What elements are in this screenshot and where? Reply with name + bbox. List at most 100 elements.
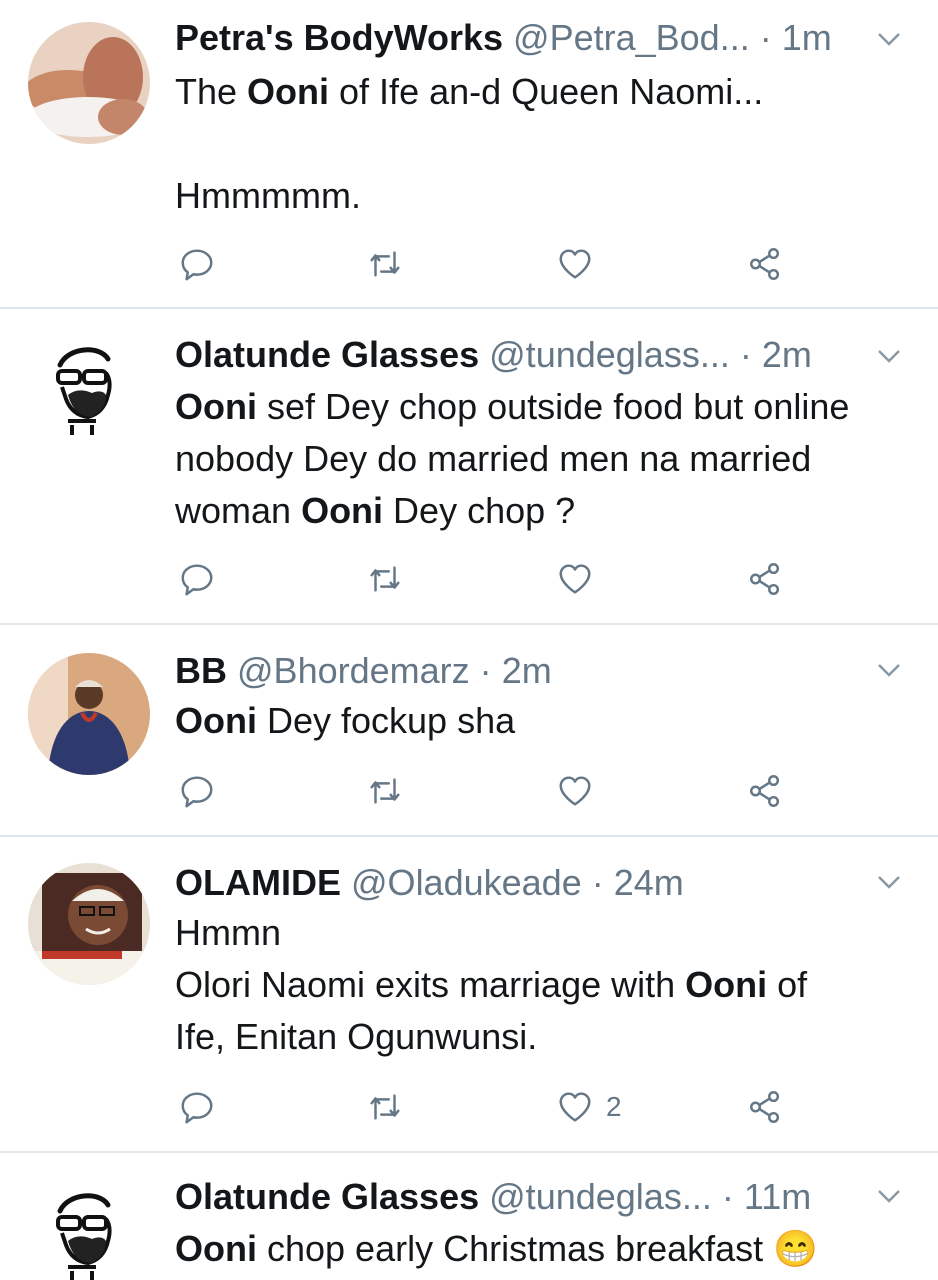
highlighted-keyword: Ooni (175, 386, 257, 427)
highlighted-keyword: Ooni (247, 71, 330, 112)
separator-dot: · (739, 334, 752, 375)
user-handle[interactable]: @Oladukeade (351, 862, 582, 903)
separator-dot: · (591, 862, 604, 903)
text-segment: Hmmn (175, 912, 281, 953)
user-handle[interactable]: @Bhordemarz (237, 650, 470, 691)
tweet-actions (178, 559, 798, 599)
display-name[interactable]: Petra's BodyWorks (175, 17, 503, 58)
reply-button[interactable] (178, 244, 216, 284)
share-button[interactable] (746, 559, 784, 599)
retweet-button[interactable] (366, 559, 404, 599)
avatar[interactable] (28, 653, 150, 775)
avatar[interactable] (28, 325, 150, 447)
chevron-down-icon[interactable] (874, 867, 904, 897)
tweet-header: Olatunde Glasses @tundeglas... · 11m (175, 1175, 918, 1219)
avatar[interactable] (28, 1171, 150, 1280)
tweet-header: BB @Bhordemarz · 2m (175, 649, 918, 693)
timestamp[interactable]: 1m (782, 17, 832, 58)
reply-button[interactable] (178, 1087, 216, 1127)
display-name[interactable]: BB (175, 650, 227, 691)
heart-icon (559, 564, 591, 594)
tweet-actions (178, 771, 798, 811)
text-segment: woman (175, 490, 302, 531)
display-name[interactable]: Olatunde Glasses (175, 334, 479, 375)
text-segment: of (767, 964, 808, 1005)
like-button[interactable] (556, 244, 606, 284)
tweet-text-line: Ooni chop early Christmas breakfast 😁 (175, 1223, 920, 1275)
chevron-down-icon[interactable] (874, 1181, 904, 1211)
reply-icon (181, 564, 213, 596)
tweet-text-line: Hmmmmm. (175, 170, 920, 222)
reply-icon (181, 1092, 213, 1124)
tweet-text-line: Hmmn (175, 907, 920, 959)
like-button[interactable] (556, 559, 606, 599)
share-button[interactable] (746, 244, 784, 284)
timestamp[interactable]: 2m (762, 334, 812, 375)
share-icon (749, 1091, 780, 1123)
avatar[interactable] (28, 863, 150, 985)
highlighted-keyword: Ooni (175, 700, 257, 741)
tweet[interactable]: Olatunde Glasses @tundeglas... · 11m Oon… (0, 1153, 938, 1280)
tweet-text-line: The Ooni of Ife an-d Queen Naomi... (175, 66, 920, 118)
heart-icon (559, 249, 591, 279)
share-icon (749, 563, 780, 595)
tweet-feed: Petra's BodyWorks @Petra_Bod... · 1m The… (0, 0, 938, 1280)
tweet-text-line (175, 118, 920, 170)
separator-dot: · (759, 17, 772, 58)
tweet-header: OLAMIDE @Oladukeade · 24m (175, 861, 918, 905)
highlighted-keyword: Ooni (175, 1228, 257, 1269)
text-segment: sef Dey chop outside food but online (256, 386, 850, 427)
tweet[interactable]: Olatunde Glasses @tundeglass... · 2m Oon… (0, 309, 938, 623)
like-button[interactable] (556, 771, 606, 811)
like-button[interactable]: 2 (556, 1087, 622, 1127)
retweet-button[interactable] (366, 244, 404, 284)
separator-dot: · (721, 1176, 734, 1217)
share-icon (749, 775, 780, 807)
heart-icon (559, 776, 591, 806)
tweet-actions (178, 244, 798, 284)
tweet-text-line: nobody Dey do married men na married (175, 433, 920, 485)
reply-button[interactable] (178, 559, 216, 599)
tweet[interactable]: Petra's BodyWorks @Petra_Bod... · 1m The… (0, 0, 938, 308)
text-segment: Dey chop ? (383, 490, 576, 531)
display-name[interactable]: OLAMIDE (175, 862, 341, 903)
timestamp[interactable]: 11m (744, 1176, 811, 1217)
tweet-header: Petra's BodyWorks @Petra_Bod... · 1m (175, 16, 918, 60)
share-button[interactable] (746, 1087, 784, 1127)
text-segment: Dey fockup sha (256, 700, 516, 741)
separator-dot: · (479, 650, 492, 691)
avatar[interactable] (28, 22, 150, 144)
highlighted-keyword: Ooni (685, 964, 768, 1005)
user-handle[interactable]: @Petra_Bod... (513, 17, 750, 58)
tweet-text: Ooni sef Dey chop outside food but onlin… (175, 381, 920, 537)
reply-button[interactable] (178, 771, 216, 811)
tweet-text-line: Olori Naomi exits marriage with Ooni of (175, 959, 920, 1011)
reply-icon (181, 776, 213, 808)
tweet-text-line: Ooni sef Dey chop outside food but onlin… (175, 381, 920, 433)
display-name[interactable]: Olatunde Glasses (175, 1176, 479, 1217)
tweet-text: The Ooni of Ife an-d Queen Naomi... Hmmm… (175, 66, 920, 222)
highlighted-keyword: Ooni (301, 490, 384, 531)
retweet-button[interactable] (366, 771, 404, 811)
chevron-down-icon[interactable] (874, 341, 904, 371)
tweet-text-line: woman Ooni Dey chop ? (175, 485, 920, 537)
text-segment: Ife, Enitan Ogunwunsi. (175, 1016, 538, 1057)
tweet-actions: 2 (178, 1087, 798, 1127)
heart-icon (559, 1092, 591, 1122)
tweet[interactable]: OLAMIDE @Oladukeade · 24m Hmmn Olori Naom… (0, 837, 938, 1151)
tweet[interactable]: BB @Bhordemarz · 2m Ooni Dey fockup sha (0, 625, 938, 835)
share-button[interactable] (746, 771, 784, 811)
timestamp[interactable]: 24m (614, 862, 684, 903)
timestamp[interactable]: 2m (502, 650, 552, 691)
tweet-header: Olatunde Glasses @tundeglass... · 2m (175, 333, 918, 377)
chevron-down-icon[interactable] (874, 24, 904, 54)
user-handle[interactable]: @tundeglas... (489, 1176, 712, 1217)
chevron-down-icon[interactable] (874, 655, 904, 685)
retweet-icon (370, 778, 400, 804)
user-handle[interactable]: @tundeglass... (489, 334, 730, 375)
like-count: 2 (606, 1091, 622, 1122)
retweet-button[interactable] (366, 1087, 404, 1127)
text-segment: of Ife an-d Queen Naomi... (329, 71, 764, 112)
share-icon (749, 248, 780, 280)
tweet-text-line: Ooni Dey fockup sha (175, 695, 920, 747)
